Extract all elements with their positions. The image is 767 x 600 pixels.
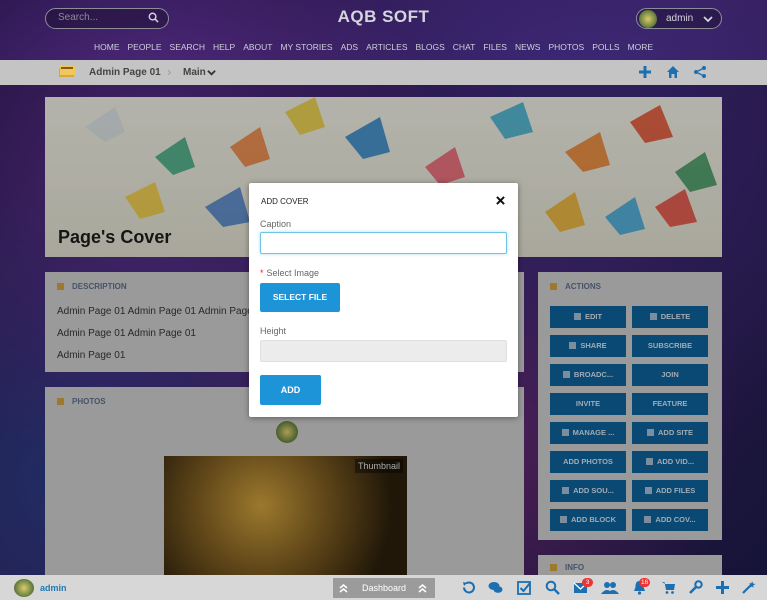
chevron-down-icon [703,16,713,23]
wrench-icon[interactable] [688,580,703,595]
select-file-button[interactable]: SELECT FILE [260,283,340,312]
tasks-icon[interactable] [517,580,532,595]
add-button[interactable]: ADD [260,375,321,405]
breadcrumb: Admin Page 01 › Main [0,60,767,85]
height-input[interactable] [260,340,507,362]
avatar[interactable] [14,579,34,597]
notification-count-badge: 16 [639,578,651,587]
history-icon[interactable] [461,580,476,595]
nav-item-polls[interactable]: POLLS [592,42,619,54]
magic-wand-icon[interactable] [741,580,756,595]
share-icon[interactable] [693,65,707,79]
dashboard-label: Dashboard [361,583,407,593]
breadcrumb-page[interactable]: Admin Page 01 [89,67,161,78]
friends-icon[interactable] [601,580,619,595]
close-icon[interactable] [496,196,505,205]
select-image-label-text: Select Image [266,268,320,278]
nav-item-search[interactable]: SEARCH [170,42,205,54]
search-icon[interactable] [545,580,560,595]
chevron-up-icon [418,584,427,593]
nav-item-more[interactable]: MORE [628,42,654,54]
home-icon[interactable] [666,65,680,79]
chat-icon[interactable] [488,580,503,595]
user-menu[interactable]: admin [636,8,722,29]
dialog-title: ADD COVER [261,197,309,206]
main-nav: HOME PEOPLE SEARCH HELP ABOUT MY STORIES… [94,42,661,54]
nav-item-blogs[interactable]: BLOGS [416,42,445,54]
nav-item-help[interactable]: HELP [213,42,235,54]
breadcrumb-section[interactable]: Main [183,67,206,78]
select-image-label: * Select Image [260,268,319,278]
nav-item-chat[interactable]: CHAT [453,42,476,54]
breadcrumb-separator: › [167,64,172,79]
nav-item-files[interactable]: FILES [483,42,507,54]
nav-item-my-stories[interactable]: MY STORIES [280,42,332,54]
plus-icon[interactable] [638,65,652,79]
dashboard-button[interactable]: Dashboard [333,578,435,598]
top-header: Search... AQB SOFT admin HOME PEOPLE SEA… [0,0,767,60]
user-name: admin [666,13,694,24]
nav-item-photos[interactable]: PHOTOS [548,42,584,54]
chevron-down-icon[interactable] [207,68,216,77]
nav-item-people[interactable]: PEOPLE [128,42,162,54]
bottom-toolbar: admin Dashboard 3 16 [0,575,767,600]
chevron-up-icon [339,584,348,593]
bottom-user-name[interactable]: admin [40,583,67,593]
caption-input[interactable] [260,232,507,254]
book-icon [59,66,75,77]
cart-icon[interactable] [661,580,676,595]
nav-item-ads[interactable]: ADS [341,42,358,54]
required-marker: * [260,268,264,278]
plus-icon[interactable] [715,580,730,595]
height-label: Height [260,326,287,336]
nav-item-articles[interactable]: ARTICLES [366,42,407,54]
add-cover-dialog: ADD COVER Caption * Select Image SELECT F… [249,183,518,417]
nav-item-news[interactable]: NEWS [515,42,541,54]
caption-label: Caption [260,219,292,229]
avatar [639,10,657,28]
nav-item-home[interactable]: HOME [94,42,120,54]
mail-count-badge: 3 [582,578,593,587]
nav-item-about[interactable]: ABOUT [243,42,272,54]
